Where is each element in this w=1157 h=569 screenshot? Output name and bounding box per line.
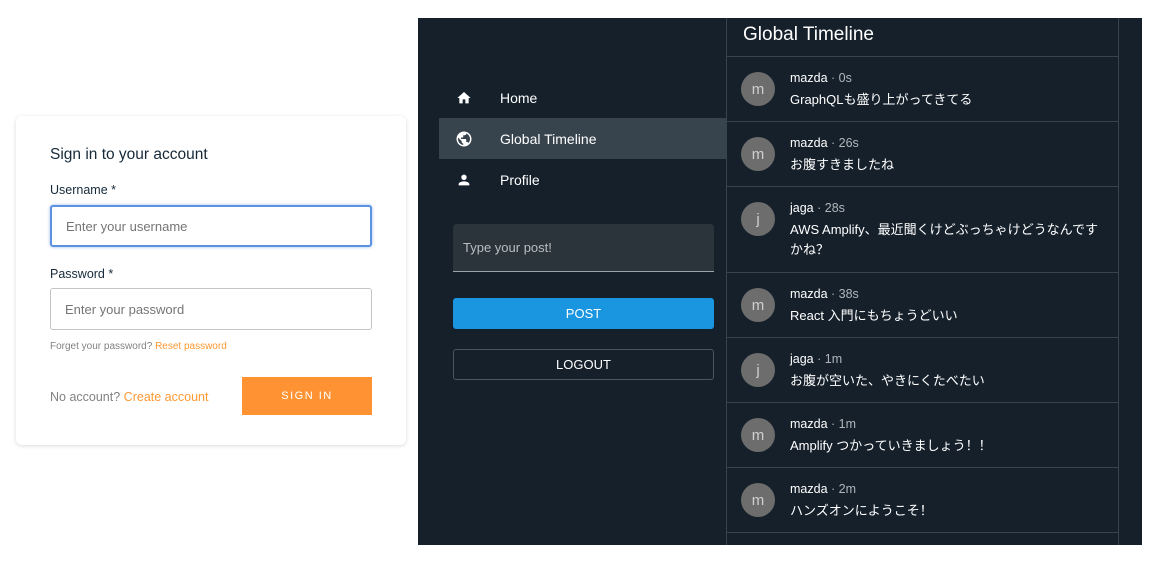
username-label: Username *	[50, 183, 116, 197]
sidebar-item-label: Profile	[500, 171, 540, 188]
username-input[interactable]	[50, 205, 372, 247]
post-text: お腹が空いた、やきにくたべたい	[790, 373, 985, 388]
post-time: 1m	[824, 352, 843, 366]
post-meta: jaga · 28s	[790, 201, 845, 215]
post-separator: ·	[813, 352, 825, 366]
post-text: AWS Amplify、最近聞くけどぶっちゃけどうなんですかね？	[790, 222, 1098, 257]
post-text: Amplify つかっていきましょう！！	[790, 438, 992, 453]
post-username: mazda	[790, 482, 828, 496]
timeline-post[interactable]: m mazda · 38s React 入門にもちょうどいい	[727, 273, 1118, 338]
sidebar-item-home[interactable]: Home	[439, 77, 726, 118]
post-separator: ·	[827, 417, 839, 431]
sidebar-item-label: Home	[500, 89, 538, 106]
post-username: mazda	[790, 136, 828, 150]
post-meta: mazda · 1m	[790, 417, 856, 431]
avatar[interactable]: m	[741, 483, 775, 517]
no-account-text: No account?	[50, 390, 124, 404]
post-time: 28s	[824, 201, 845, 215]
forgot-password-hint: Forget your password? Reset password	[50, 341, 227, 352]
post-list: m mazda · 0s GraphQLも盛り上がってきてる m mazda · 26s…	[727, 57, 1118, 533]
globe-icon	[454, 130, 474, 148]
reset-password-link[interactable]: Reset password	[155, 341, 227, 352]
signin-card: Sign in to your account Username * Passw…	[16, 116, 406, 445]
post-meta: mazda · 38s	[790, 287, 859, 301]
post-username: mazda	[790, 417, 828, 431]
sidebar-item-profile[interactable]: Profile	[439, 159, 726, 200]
sidebar-item-label: Global Timeline	[500, 130, 597, 147]
avatar[interactable]: m	[741, 418, 775, 452]
logout-button[interactable]: LOGOUT	[453, 349, 714, 380]
post-input[interactable]	[453, 224, 714, 272]
post-text: React 入門にもちょうどいい	[790, 308, 958, 323]
post-time: 1m	[838, 417, 857, 431]
person-icon	[454, 172, 474, 188]
avatar[interactable]: m	[741, 288, 775, 322]
post-separator: ·	[827, 482, 839, 496]
post-separator: ·	[813, 201, 825, 215]
timeline-post[interactable]: m mazda · 2m ハンズオンにようこそ！	[727, 468, 1118, 533]
timeline-title: Global Timeline	[727, 18, 1118, 57]
post-separator: ·	[827, 136, 839, 150]
timeline: Global Timeline m mazda · 0s GraphQLも盛り上がっ…	[726, 18, 1119, 545]
home-icon	[454, 90, 474, 106]
post-separator: ·	[827, 71, 839, 85]
timeline-post[interactable]: j jaga · 28s AWS Amplify、最近聞くけどぶっちゃけどうなんです…	[727, 187, 1118, 273]
post-username: mazda	[790, 287, 828, 301]
sidebar-item-global-timeline[interactable]: Global Timeline	[439, 118, 726, 159]
app-panel: Home Global Timeline Profile POST LOGOUT…	[418, 18, 1142, 545]
forgot-password-text: Forget your password?	[50, 341, 156, 352]
post-username: jaga	[790, 352, 814, 366]
timeline-post[interactable]: j jaga · 1m お腹が空いた、やきにくたべたい	[727, 338, 1118, 403]
signin-title: Sign in to your account	[50, 146, 208, 163]
post-time: 0s	[838, 71, 852, 85]
avatar[interactable]: m	[741, 72, 775, 106]
post-meta: jaga · 1m	[790, 352, 842, 366]
create-account-link[interactable]: Create account	[124, 390, 209, 404]
post-text: ハンズオンにようこそ！	[790, 503, 933, 518]
post-time: 2m	[838, 482, 857, 496]
post-time: 26s	[838, 136, 859, 150]
post-separator: ·	[827, 287, 839, 301]
avatar[interactable]: j	[741, 353, 775, 387]
password-input[interactable]	[50, 288, 372, 330]
post-username: mazda	[790, 71, 828, 85]
post-username: jaga	[790, 201, 814, 215]
post-meta: mazda · 0s	[790, 71, 852, 85]
timeline-post[interactable]: m mazda · 26s お腹すきましたね	[727, 122, 1118, 187]
timeline-post[interactable]: m mazda · 1m Amplify つかっていきましょう！！	[727, 403, 1118, 468]
timeline-post[interactable]: m mazda · 0s GraphQLも盛り上がってきてる	[727, 57, 1118, 122]
no-account-hint: No account? Create account	[50, 390, 208, 404]
post-text: お腹すきましたね	[790, 157, 895, 172]
sign-in-button[interactable]: SIGN IN	[242, 377, 372, 415]
password-label: Password *	[50, 267, 114, 281]
post-button[interactable]: POST	[453, 298, 714, 329]
post-meta: mazda · 2m	[790, 482, 856, 496]
avatar[interactable]: m	[741, 137, 775, 171]
post-meta: mazda · 26s	[790, 136, 859, 150]
post-text: GraphQLも盛り上がってきてる	[790, 92, 973, 107]
post-time: 38s	[838, 287, 859, 301]
avatar[interactable]: j	[741, 202, 775, 236]
